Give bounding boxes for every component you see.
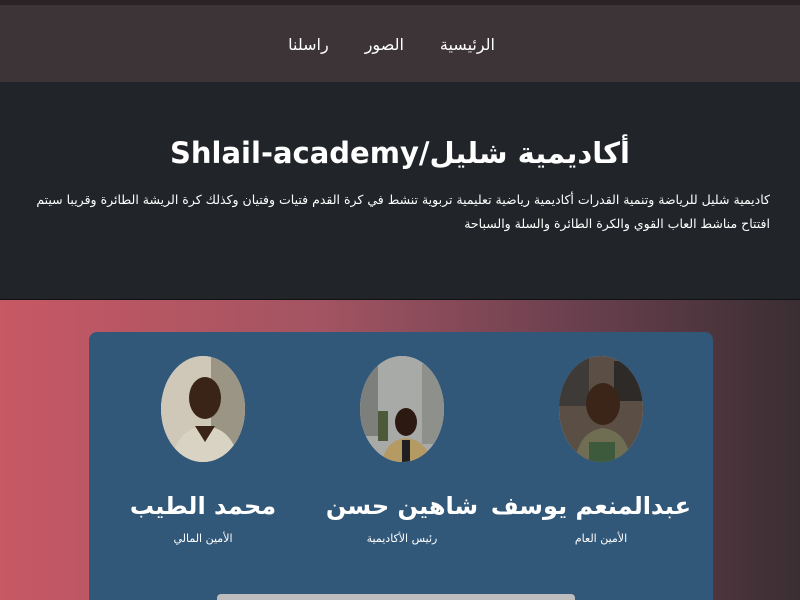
person-photo-icon	[161, 356, 245, 462]
team-member-treasurer: محمد الطيب الأمين المالي	[113, 356, 293, 545]
member-name: عبدالمنعم يوسف	[490, 492, 691, 520]
person-photo-icon	[360, 356, 444, 462]
nav-link-home[interactable]: الرئيسية	[440, 35, 495, 54]
member-name: شاهين حسن	[325, 492, 479, 520]
team-member-president: شاهين حسن رئيس الأكاديمية	[312, 356, 492, 545]
member-role: الأمين العام	[574, 532, 628, 545]
page-title: أكاديمية شليل/Shlail-academy	[170, 136, 630, 170]
member-role: الأمين المالي	[173, 532, 233, 545]
academy-description: كاديمية شليل للرياضة وتنمية القدرات أكاد…	[36, 192, 770, 231]
nav-link-contact[interactable]: راسلنا	[288, 35, 329, 54]
member-name: محمد الطيب	[129, 492, 277, 520]
top-navbar: الرئيسية الصور راسلنا	[0, 0, 800, 82]
hero-section: أكاديمية شليل/Shlail-academy كاديمية شلي…	[0, 82, 800, 300]
person-photo-icon	[559, 356, 643, 462]
nav-link-photos[interactable]: الصور	[365, 35, 404, 54]
team-card: عبدالمنعم يوسف الأمين العام شاهين حسن رئ…	[89, 332, 713, 600]
content-strip	[217, 594, 575, 600]
member-role: رئيس الأكاديمية	[366, 532, 438, 545]
team-member-secretary-general: عبدالمنعم يوسف الأمين العام	[490, 356, 691, 545]
main-nav: الرئيسية الصور راسلنا	[288, 35, 495, 54]
